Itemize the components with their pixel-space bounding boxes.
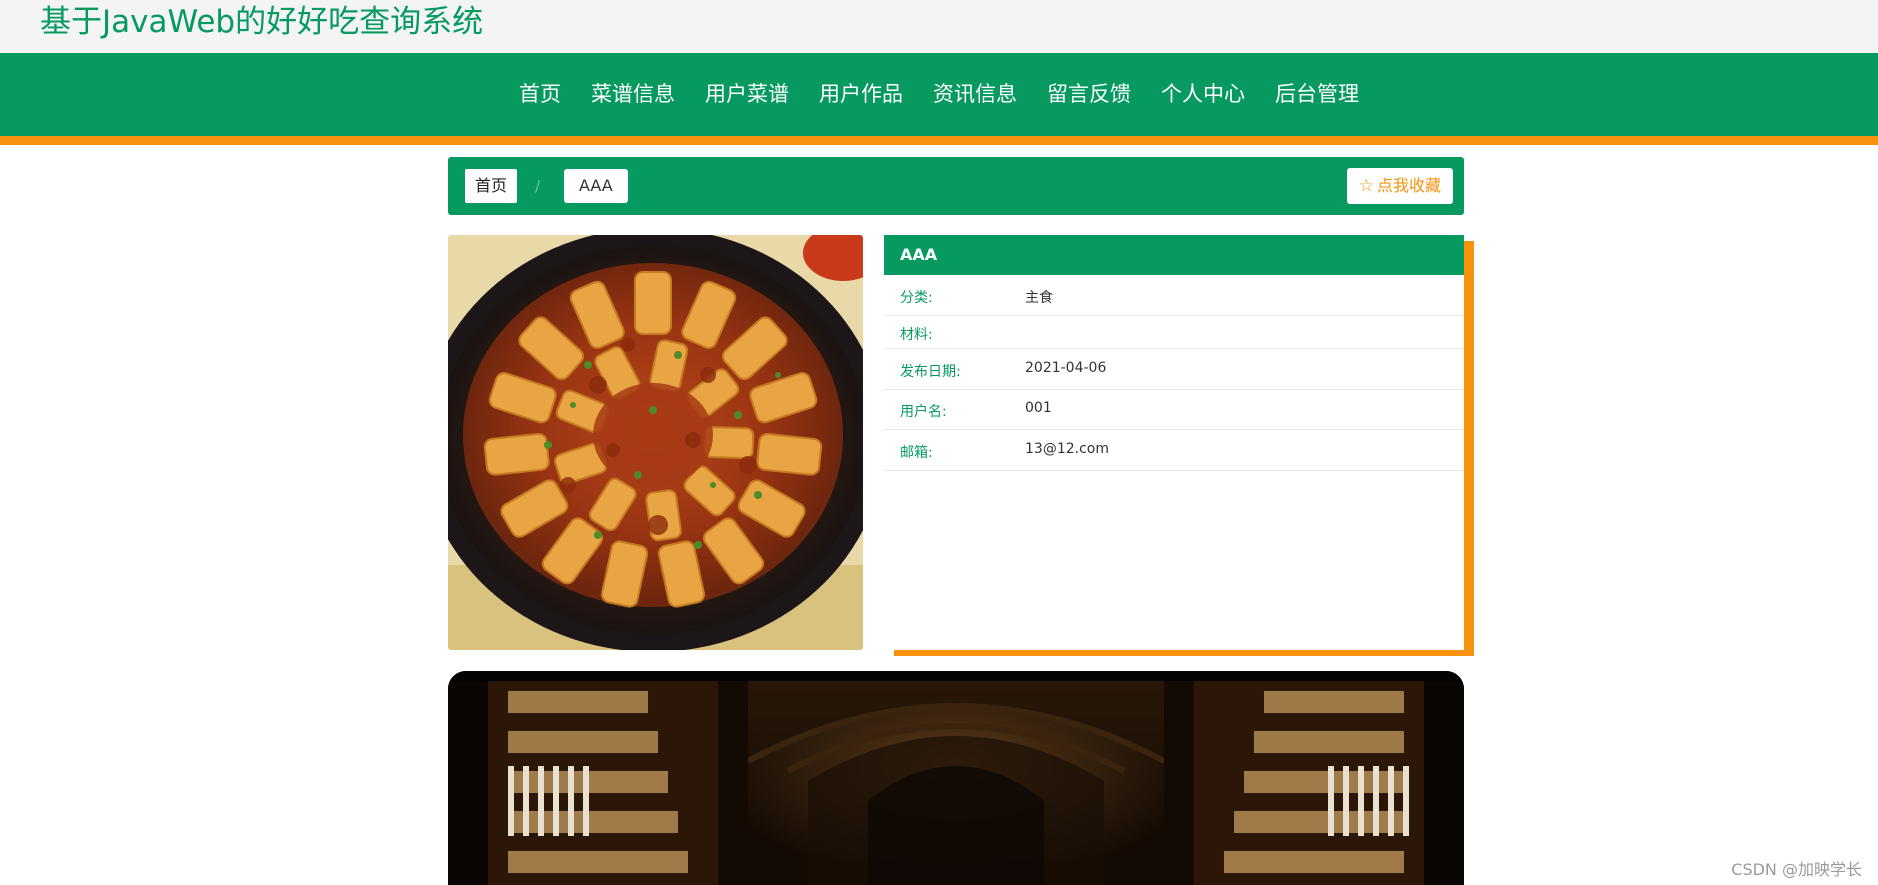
detail-label: 材料:	[900, 327, 933, 343]
detail-value: 001	[1025, 400, 1052, 416]
recipe-detail-title: AAA	[884, 235, 1464, 275]
library-illustration	[448, 671, 1464, 885]
nav-accent-stripe	[0, 136, 1878, 145]
nav-item-profile[interactable]: 个人中心	[1146, 53, 1260, 136]
detail-label: 邮箱:	[900, 445, 933, 461]
csdn-watermark: CSDN @加映学长	[1731, 860, 1862, 879]
detail-value: 主食	[1025, 290, 1053, 306]
nav-item-home[interactable]: 首页	[504, 53, 576, 136]
main-nav: 首页 菜谱信息 用户菜谱 用户作品 资讯信息 留言反馈 个人中心 后台管理	[0, 53, 1878, 136]
breadcrumb-current: AAA	[564, 169, 628, 203]
detail-label: 分类:	[900, 290, 933, 306]
nav-item-news[interactable]: 资讯信息	[918, 53, 1032, 136]
recipe-photo-illustration	[448, 235, 863, 650]
nav-item-user-works[interactable]: 用户作品	[804, 53, 918, 136]
site-title: 基于JavaWeb的好好吃查询系统	[40, 4, 484, 40]
nav-item-feedback[interactable]: 留言反馈	[1032, 53, 1146, 136]
nav-item-recipes[interactable]: 菜谱信息	[576, 53, 690, 136]
nav-list: 首页 菜谱信息 用户菜谱 用户作品 资讯信息 留言反馈 个人中心 后台管理	[0, 53, 1878, 136]
favorite-button[interactable]: ☆ 点我收藏	[1346, 168, 1453, 204]
nav-item-admin[interactable]: 后台管理	[1260, 53, 1374, 136]
breadcrumb: 首页 / AAA ☆ 点我收藏	[448, 157, 1464, 215]
detail-row-publish-date: 发布日期: 2021-04-06	[884, 349, 1464, 390]
nav-item-user-recipes[interactable]: 用户菜谱	[690, 53, 804, 136]
detail-row-category: 分类: 主食	[884, 275, 1464, 316]
detail-row-ingredients: 材料:	[884, 316, 1464, 349]
detail-label: 用户名:	[900, 404, 947, 420]
library-banner-image	[448, 671, 1464, 885]
detail-value: 13@12.com	[1025, 441, 1109, 457]
breadcrumb-separator: /	[535, 177, 541, 195]
detail-row-email: 邮箱: 13@12.com	[884, 430, 1464, 471]
detail-label: 发布日期:	[900, 364, 961, 380]
favorite-button-label: 点我收藏	[1376, 176, 1441, 195]
top-header: 基于JavaWeb的好好吃查询系统	[0, 0, 1878, 53]
recipe-detail-card: AAA 分类: 主食 材料: 发布日期: 2021-04-06 用户名: 001…	[884, 235, 1464, 650]
detail-row-username: 用户名: 001	[884, 390, 1464, 430]
star-outline-icon: ☆	[1358, 176, 1374, 196]
detail-value: 2021-04-06	[1025, 360, 1107, 376]
breadcrumb-home-link[interactable]: 首页	[465, 169, 518, 203]
recipe-image	[448, 235, 863, 650]
